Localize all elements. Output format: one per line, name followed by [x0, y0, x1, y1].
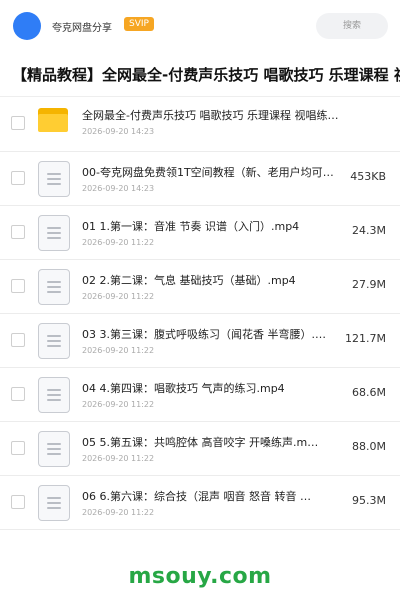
- document-icon: [38, 323, 70, 359]
- file-date: 2026-09-20 11:22: [82, 508, 155, 517]
- file-size: 68.6M: [352, 386, 386, 399]
- file-date: 2026-09-20 11:22: [82, 238, 155, 247]
- file-date: 2026-09-20 14:23: [82, 184, 155, 193]
- file-name: 03 3.第三课：腹式呼吸练习（闻花香 半弯腰）.…: [82, 328, 326, 341]
- file-list: 全网最全-付费声乐技巧 唱歌技巧 乐理课程 视唱练… 2026-09-20 14…: [0, 97, 400, 530]
- folder-icon: [38, 108, 68, 134]
- select-checkbox[interactable]: [11, 116, 25, 130]
- file-date: 2026-09-20 11:22: [82, 400, 155, 409]
- document-icon: [38, 215, 70, 251]
- file-date: 2026-09-20 11:22: [82, 292, 155, 301]
- list-item[interactable]: 03 3.第三课：腹式呼吸练习（闻花香 半弯腰）.… 2026-09-20 11…: [0, 314, 400, 368]
- list-item[interactable]: 05 5.第五课：共鸣腔体 高音咬字 开嗓练声.m… 2026-09-20 11…: [0, 422, 400, 476]
- file-name: 02 2.第二课：气息 基础技巧（基础）.mp4: [82, 274, 296, 287]
- page-title: 【精品教程】全网最全-付费声乐技巧 唱歌技巧 乐理课程 视: [12, 66, 400, 84]
- select-checkbox[interactable]: [11, 441, 25, 455]
- select-checkbox[interactable]: [11, 495, 25, 509]
- list-item[interactable]: 01 1.第一课：音准 节奏 识谱（入门）.mp4 2026-09-20 11:…: [0, 206, 400, 260]
- file-size: 24.3M: [352, 224, 386, 237]
- file-size: 121.7M: [345, 332, 386, 345]
- document-icon: [38, 485, 70, 521]
- file-date: 2026-09-20 11:22: [82, 346, 155, 355]
- title-bar: 【精品教程】全网最全-付费声乐技巧 唱歌技巧 乐理课程 视: [0, 52, 400, 97]
- svip-badge: SVIP: [124, 17, 154, 31]
- list-item[interactable]: 02 2.第二课：气息 基础技巧（基础）.mp4 2026-09-20 11:2…: [0, 260, 400, 314]
- list-item[interactable]: 06 6.第六课：综合技（混声 咽音 怒音 转音 … 2026-09-20 11…: [0, 476, 400, 530]
- file-size: 88.0M: [352, 440, 386, 453]
- file-name: 全网最全-付费声乐技巧 唱歌技巧 乐理课程 视唱练…: [82, 109, 339, 122]
- document-icon: [38, 377, 70, 413]
- file-name: 05 5.第五课：共鸣腔体 高音咬字 开嗓练声.m…: [82, 436, 319, 449]
- file-size: 27.9M: [352, 278, 386, 291]
- select-checkbox[interactable]: [11, 387, 25, 401]
- file-name: 01 1.第一课：音准 节奏 识谱（入门）.mp4: [82, 220, 300, 233]
- file-name: 04 4.第四课：唱歌技巧 气声的练习.mp4: [82, 382, 285, 395]
- select-checkbox[interactable]: [11, 225, 25, 239]
- list-item[interactable]: 04 4.第四课：唱歌技巧 气声的练习.mp4 2026-09-20 11:22…: [0, 368, 400, 422]
- file-size: 95.3M: [352, 494, 386, 507]
- list-item[interactable]: 全网最全-付费声乐技巧 唱歌技巧 乐理课程 视唱练… 2026-09-20 14…: [0, 97, 400, 152]
- file-name: 06 6.第六课：综合技（混声 咽音 怒音 转音 …: [82, 490, 311, 503]
- avatar[interactable]: [13, 12, 41, 40]
- file-name: 00-夸克网盘免费领1T空间教程（新、老用户均可）…: [82, 166, 342, 179]
- select-checkbox[interactable]: [11, 333, 25, 347]
- list-item[interactable]: 00-夸克网盘免费领1T空间教程（新、老用户均可）… 2026-09-20 14…: [0, 152, 400, 206]
- select-checkbox[interactable]: [11, 171, 25, 185]
- file-date: 2026-09-20 11:22: [82, 454, 155, 463]
- document-icon: [38, 269, 70, 305]
- app-name: 夸克网盘分享: [52, 23, 112, 34]
- document-icon: [38, 161, 70, 197]
- file-date: 2026-09-20 14:23: [82, 127, 155, 136]
- search-input[interactable]: 搜索: [316, 13, 388, 39]
- top-header: 夸克网盘分享 SVIP 搜索: [0, 0, 400, 52]
- watermark: msouy.com: [128, 564, 272, 589]
- select-checkbox[interactable]: [11, 279, 25, 293]
- document-icon: [38, 431, 70, 467]
- file-size: 453KB: [350, 170, 386, 183]
